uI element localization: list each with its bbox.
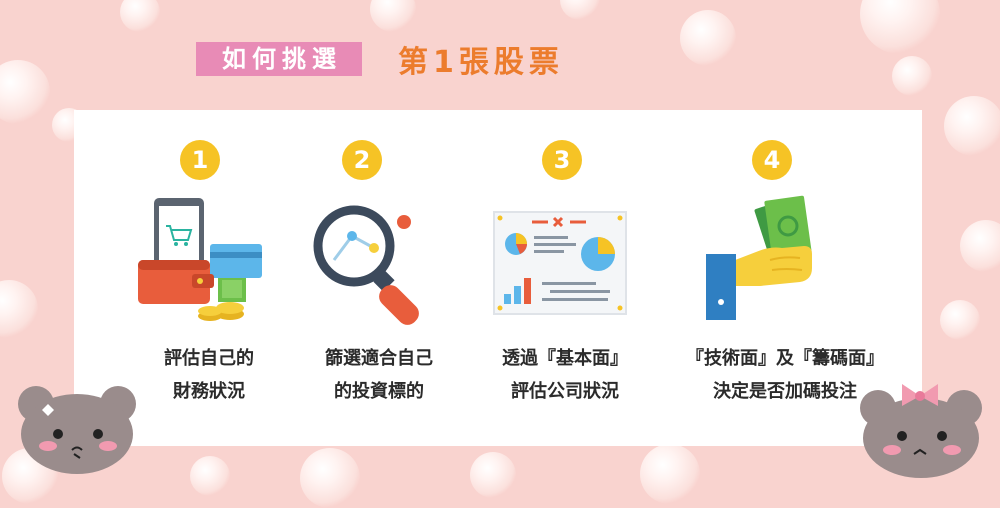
step-caption-line2: 評估公司狀況 bbox=[511, 381, 619, 402]
bubble-decor bbox=[300, 448, 360, 508]
magnifier-icon bbox=[313, 205, 419, 325]
bubble-decor bbox=[892, 56, 932, 96]
bear-mascot-left-icon bbox=[18, 386, 136, 474]
step-caption: 篩選適合自己 的投資標的 bbox=[274, 342, 484, 408]
step-caption-line1: 篩選適合自己 bbox=[325, 348, 433, 369]
step-number-badge: 1 bbox=[180, 140, 220, 180]
steps-card: 1 評估自己的 財務狀況 2 篩選適合自己 的投資標的 3 透過『基本面』 評估… bbox=[74, 110, 922, 446]
step-number-badge: 2 bbox=[342, 140, 382, 180]
step-caption: 透過『基本面』 評估公司狀況 bbox=[460, 342, 670, 408]
bubble-decor bbox=[680, 10, 736, 66]
bubble-decor bbox=[640, 444, 700, 504]
bubble-decor bbox=[370, 0, 416, 32]
report-board-icon bbox=[493, 211, 627, 315]
title-tag: 如何挑選 bbox=[196, 42, 362, 76]
bubble-decor bbox=[560, 0, 600, 20]
bubble-decor bbox=[960, 220, 1000, 272]
bubble-decor bbox=[860, 0, 940, 54]
bubble-decor bbox=[470, 452, 516, 498]
step-number-badge: 4 bbox=[752, 140, 792, 180]
step-caption-line1: 『技術面』及『籌碼面』 bbox=[686, 348, 884, 369]
bubble-decor bbox=[0, 280, 38, 338]
bear-mascot-right-icon bbox=[860, 384, 982, 478]
bubble-decor bbox=[944, 96, 1000, 156]
step-caption-line1: 透過『基本面』 bbox=[502, 348, 628, 369]
bubble-decor bbox=[940, 300, 980, 340]
step-caption-line2: 的投資標的 bbox=[334, 381, 424, 402]
step-number-badge: 3 bbox=[542, 140, 582, 180]
wallet-phone-icon bbox=[138, 198, 262, 321]
bubble-decor bbox=[190, 456, 230, 496]
page-header: 如何挑選 第1張股票 bbox=[196, 38, 564, 80]
bubble-decor bbox=[0, 60, 50, 124]
hand-money-icon bbox=[706, 195, 812, 320]
page-title: 第1張股票 bbox=[398, 45, 564, 80]
bubble-decor bbox=[120, 0, 160, 32]
